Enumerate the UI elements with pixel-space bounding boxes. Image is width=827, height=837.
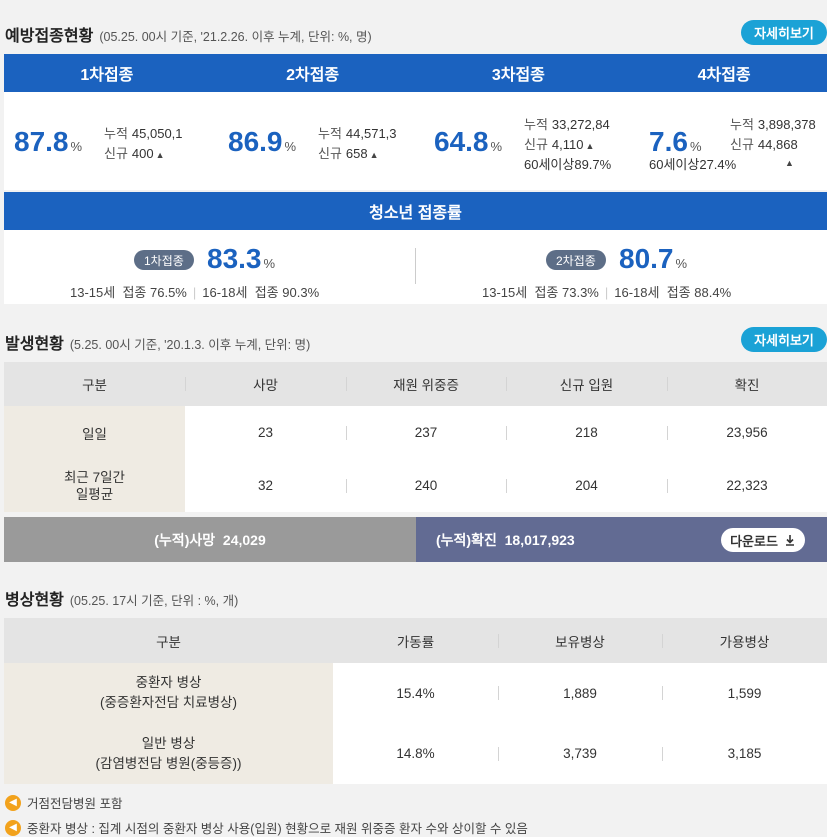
dose-1-percent: 87.8% [14,126,83,157]
dose-4-header: 4차접종 [697,67,751,84]
row-label: 일일 [4,406,185,459]
dose-3-cumulative: 누적 33,272,84 [524,117,610,132]
table-cell: 22,323 [667,459,827,512]
table-cell: 3,185 [662,723,827,784]
vaccination-card: 1차접종 2차접종 3차접종 4차접종 87.8% 누적 45,050,1 신규 4… [4,54,827,190]
youth-dose-1: 1차접종 83.3% 13-15세 접종 76.5% | 16-18세 접종 90.… [4,230,415,304]
table-row: 최근 7일간 일평균 32 240 204 22,323 [4,459,827,512]
dose-2-percent: 86.9% [228,126,297,157]
table-row: 일반 병상 (감염병전담 병원(중등증)) 14.8% 3,739 3,185 [4,723,827,784]
col-header: 가동률 [396,634,435,650]
dose-2-cell: 86.9% 누적 44,571,3 신규 658 ▲ [218,92,424,190]
speaker-icon: ◀ [5,794,21,811]
vaccination-dose-headers: 1차접종 2차접종 3차접종 4차접종 [4,54,827,92]
beds-table-header: 구분 가동률 보유병상 가용병상 [4,618,827,663]
dose-4-cell: 7.6% 누적 3,898,378 신규 44,868 60세이상27.4% ▲ [639,92,827,190]
youth-dose-1-breakdown: 13-15세 접종 76.5% | 16-18세 접종 90.3% [70,285,320,300]
table-cell: 1,599 [662,663,827,723]
col-header: 구분 [82,378,107,393]
increase-arrow-icon: ▲ [785,158,794,168]
dose-2-new: 신규 658 ▲ [318,146,379,161]
row-label: 중환자 병상 (중증환자전담 치료병상) [4,663,333,723]
dose-3-cell: 64.8% 누적 33,272,84 신규 4,110 ▲ 60세이상89.7% [424,92,630,190]
dose-1-cumulative: 누적 45,050,1 [104,126,183,141]
download-icon [785,535,794,546]
table-cell: 15.4% [396,685,435,701]
dose-3-new: 신규 4,110 ▲ [524,137,595,152]
beds-table: 구분 가동률 보유병상 가용병상 중환자 병상 (중증환자전담 치료병상) 15… [4,618,827,784]
occurrence-note: (5.25. 00시 기준, '20.1.3. 이후 누계, 단위: 명) [69,338,311,352]
table-cell: 240 [346,459,506,512]
table-cell: 204 [506,459,667,512]
table-row: 일일 23 237 218 23,956 [4,406,827,459]
youth-title: 청소년 접종률 [4,192,827,230]
dose-4-new: 신규 44,868 [730,137,798,152]
youth-dose-2-badge: 2차접종 [546,250,606,270]
occurrence-table: 구분 사망 재원 위중증 신규 입원 확진 일일 23 237 218 23,9… [4,362,827,512]
table-row: 중환자 병상 (중증환자전담 치료병상) 15.4% 1,889 1,599 [4,663,827,723]
increase-arrow-icon: ▲ [585,141,595,151]
dose-4-over60: 60세이상27.4% [649,157,737,172]
col-header: 구분 [156,634,181,650]
table-cell: 218 [506,406,667,459]
vaccination-header: 예방접종현황 (05.25. 00시 기준, '21.2.26. 이후 누계, … [5,22,372,46]
beds-header: 병상현황 (05.25. 17시 기준, 단위 : %, 개) [5,586,238,610]
table-cell: 32 [257,478,274,493]
table-cell: 23,956 [667,406,827,459]
table-cell: 237 [346,406,506,459]
footnote: ◀ 중환자 병상 : 집계 시점의 중환자 병상 사용(입원) 현황으로 재원 … [5,818,528,837]
occurrence-table-header: 구분 사망 재원 위중증 신규 입원 확진 [4,362,827,406]
row-label: 최근 7일간 일평균 [4,459,185,512]
row-label: 일반 병상 (감염병전담 병원(중등증)) [4,723,333,784]
col-header: 재원 위중증 [346,362,506,406]
increase-arrow-icon: ▲ [155,150,165,160]
youth-dose-2: 2차접종 80.7% 13-15세 접종 73.3% | 16-18세 접종 88.… [416,230,827,304]
dose-3-header: 3차접종 [491,67,545,84]
download-button[interactable]: 다운로드 [721,528,805,552]
dose-1-header: 1차접종 [80,67,134,84]
beds-title: 병상현황 [5,592,64,609]
table-cell: 3,739 [498,723,662,784]
footnote: ◀ 거점전담병원 포함 [5,793,122,812]
cumulative-deaths: (누적)사망 24,029 [4,517,416,562]
dose-2-header: 2차접종 [286,67,340,84]
beds-note: (05.25. 17시 기준, 단위 : %, 개) [69,594,239,608]
youth-dose-1-percent: 83.3% [207,243,276,274]
table-cell: 14.8% [396,746,435,761]
cumulative-confirmed: (누적)확진 18,017,923 다운로드 [416,517,827,562]
youth-dose-2-breakdown: 13-15세 접종 73.3% | 16-18세 접종 88.4% [482,285,732,300]
occurrence-title: 발생현황 [5,336,64,353]
col-header: 확진 [667,362,827,406]
youth-dose-1-badge: 1차접종 [134,250,194,270]
col-header: 신규 입원 [506,362,667,406]
col-header: 가용병상 [662,618,827,663]
speaker-icon: ◀ [5,819,21,836]
occurrence-detail-button[interactable]: 자세히보기 [741,327,827,352]
occurrence-header: 발생현황 (5.25. 00시 기준, '20.1.3. 이후 누계, 단위: … [5,330,310,354]
vaccination-detail-button[interactable]: 자세히보기 [741,20,827,45]
dose-1-new: 신규 400 ▲ [104,146,165,161]
cumulative-bar: (누적)사망 24,029 (누적)확진 18,017,923 다운로드 [4,517,827,562]
increase-arrow-icon: ▲ [369,150,379,160]
dose-2-cumulative: 누적 44,571,3 [318,126,397,141]
col-header: 사망 [185,362,346,406]
vaccination-note: (05.25. 00시 기준, '21.2.26. 이후 누계, 단위: %, … [99,30,372,44]
download-label: 다운로드 [730,533,778,549]
youth-card: 1차접종 83.3% 13-15세 접종 76.5% | 16-18세 접종 90.… [4,230,827,304]
dose-4-cumulative: 누적 3,898,378 [730,117,816,132]
dose-3-over60: 60세이상89.7% [524,157,612,172]
vaccination-title: 예방접종현황 [5,28,94,45]
dose-1-cell: 87.8% 누적 45,050,1 신규 400 ▲ [4,92,210,190]
table-cell: 23 [257,425,274,440]
col-header: 보유병상 [498,618,662,663]
table-cell: 1,889 [498,663,662,723]
dose-3-percent: 64.8% [434,126,503,157]
youth-dose-2-percent: 80.7% [619,243,688,274]
